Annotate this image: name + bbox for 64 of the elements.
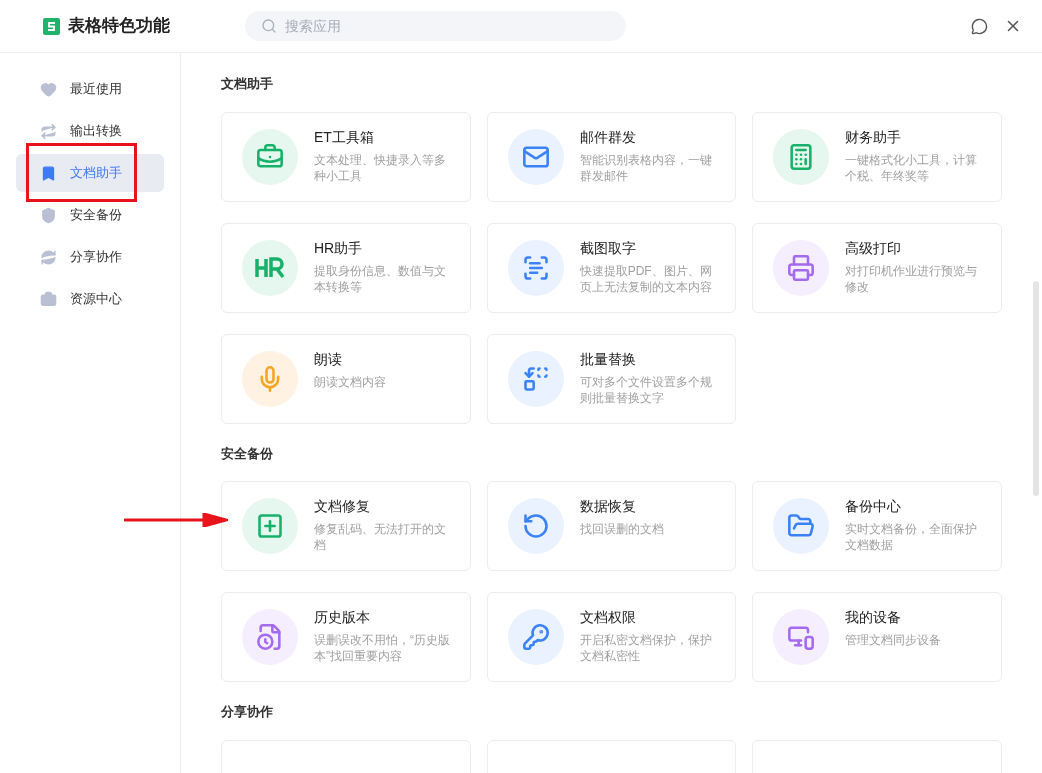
shield-icon (40, 206, 57, 224)
app-title: 截图取字 (579, 238, 637, 258)
sidebar-item[interactable]: 最近使用 (16, 70, 164, 108)
app-card[interactable]: 备份中心 实时文档备份，全面保护文档数据 (752, 481, 1002, 571)
app-card[interactable]: 文档修复 修复乱码、无法打开的文档 (221, 481, 471, 571)
convert-icon (40, 122, 57, 140)
app-title: 高级打印 (845, 238, 903, 258)
app-logo-icon (43, 17, 60, 35)
app-description: 管理文档同步设备 (845, 632, 942, 648)
app-description: 找回误删的文档 (579, 521, 664, 537)
app-title: 文档权限 (579, 608, 637, 627)
app-description: 对打印机作业进行预览与修改 (845, 262, 979, 295)
app-description: 快速提取PDF、图片、网页上无法复制的文本内容 (579, 262, 713, 295)
section-title: 分享协作 (221, 703, 274, 721)
app-card[interactable]: 批量替换 可对多个文件设置多个规则批量替换文字 (486, 333, 737, 424)
app-card[interactable]: ET工具箱 文本处理、快捷录入等多种小工具 (221, 111, 471, 202)
repair-icon (242, 498, 298, 554)
search-field[interactable]: 搜索应用 (245, 11, 626, 41)
bookmark-icon (40, 164, 57, 182)
app-card[interactable]: HR助手 提取身份信息、数值与文本转换等 (221, 222, 471, 313)
app-description: 智能识别表格内容，一键群发邮件 (579, 151, 713, 184)
app-description: 一键格式化小工具，计算个税、年终奖等 (845, 151, 979, 184)
sidebar-item[interactable]: 分享协作 (16, 238, 164, 276)
search-icon (261, 18, 277, 34)
app-title: 数据恢复 (579, 497, 637, 516)
heart-icon (40, 80, 57, 98)
sidebar-item[interactable]: 资源中心 (16, 280, 164, 318)
app-card[interactable]: 邮件群发 智能识别表格内容，一键群发邮件 (486, 111, 737, 202)
app-description: 修复乱码、无法打开的文档 (314, 521, 447, 553)
section-title: 安全备份 (221, 444, 274, 463)
app-description: 误删误改不用怕，“历史版本”找回重要内容 (314, 632, 451, 664)
feedback-button[interactable] (971, 17, 988, 35)
app-title: 财务助手 (845, 127, 903, 147)
app-card[interactable]: 数据恢复 找回误删的文档 (486, 481, 737, 571)
sidebar-item[interactable]: 安全备份 (16, 196, 164, 234)
app-card[interactable]: 文档权限 开启私密文档保护，保护文档私密性 (486, 592, 737, 682)
app-card[interactable]: 财务助手 一键格式化小工具，计算个税、年终奖等 (752, 111, 1002, 202)
app-description: 可对多个文件设置多个规则批量替换文字 (579, 373, 713, 406)
app-title: 邮件群发 (579, 127, 637, 147)
app-title: 备份中心 (845, 497, 903, 516)
app-title: 朗读 (314, 349, 343, 369)
app-card[interactable]: 我的设备 管理文档同步设备 (752, 592, 1002, 682)
app-card[interactable]: 历史版本 误删误改不用怕，“历史版本”找回重要内容 (221, 592, 471, 682)
app-card[interactable]: 朗读 朗读文档内容 (221, 333, 471, 424)
app-title: 批量替换 (579, 349, 637, 369)
app-title: 历史版本 (314, 608, 371, 627)
app-title: ET工具箱 (314, 127, 375, 147)
share-cycle-icon (40, 248, 57, 266)
sidebar-item[interactable]: 输出转换 (16, 112, 164, 150)
app-card[interactable]: 截图取字 快速提取PDF、图片、网页上无法复制的文本内容 (486, 222, 737, 313)
app-title: HR助手 (314, 238, 364, 258)
history-document-icon (242, 609, 298, 665)
app-title: 我的设备 (845, 608, 903, 627)
app-description: 文本处理、快捷录入等多种小工具 (314, 151, 447, 184)
app-description: 提取身份信息、数值与文本转换等 (314, 262, 447, 295)
window-title: 表格特色功能 (68, 15, 171, 38)
section-title: 文档助手 (221, 75, 274, 93)
app-card[interactable]: 高级打印 对打印机作业进行预览与修改 (752, 222, 1002, 313)
app-title: 文档修复 (314, 497, 371, 516)
scrollbar[interactable] (1033, 281, 1039, 496)
app-description: 开启私密文档保护，保护文档私密性 (579, 632, 713, 664)
app-description: 实时文档备份，全面保护文档数据 (845, 521, 979, 553)
app-description: 朗读文档内容 (314, 373, 386, 390)
briefcase-icon (40, 290, 57, 308)
